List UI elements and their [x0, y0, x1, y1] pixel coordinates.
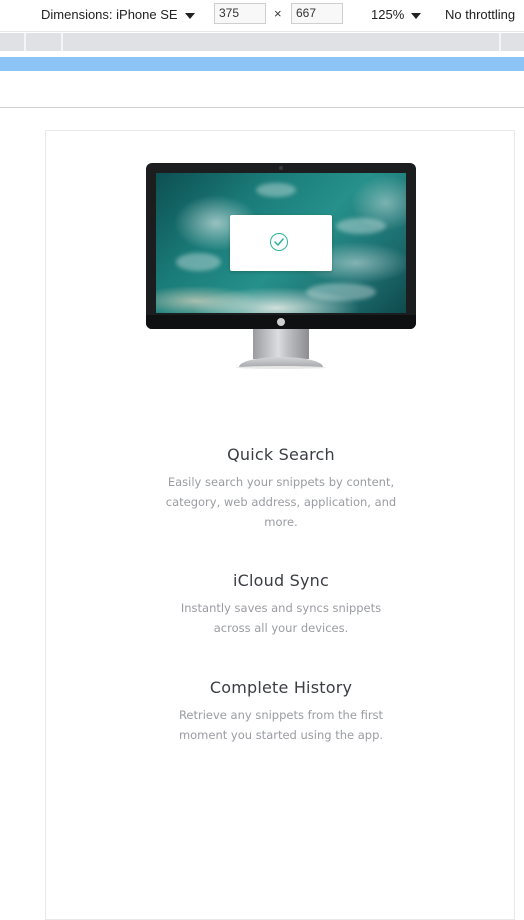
- feature-title: Quick Search: [227, 445, 335, 464]
- chevron-down-icon: [184, 12, 195, 19]
- feature-complete-history: Complete History Retrieve any snippets f…: [46, 678, 516, 745]
- feature-icloud-sync: iCloud Sync Instantly saves and syncs sn…: [46, 571, 516, 638]
- feature-description: Retrieve any snippets from the first mom…: [46, 705, 516, 745]
- zoom-label: 125%: [371, 7, 405, 22]
- width-input[interactable]: 375: [214, 3, 266, 24]
- feature-quick-search: Quick Search Easily search your snippets…: [46, 445, 516, 532]
- chevron-down-icon: [411, 12, 422, 19]
- device-dimensions-label: Dimensions: iPhone SE: [41, 7, 178, 22]
- description-line: Retrieve any snippets from the first: [178, 708, 384, 722]
- ruler-tick: [499, 33, 501, 51]
- ruler-bar: [0, 33, 524, 51]
- monitor-illustration: [146, 163, 416, 403]
- description-line: across all your devices.: [213, 621, 349, 635]
- description-line: category, web address, application, and: [165, 495, 397, 509]
- throttling-label: No throttling: [445, 7, 516, 22]
- feature-description: Instantly saves and syncs snippets acros…: [46, 598, 516, 638]
- monitor-shadow: [236, 366, 326, 369]
- ruler-tick: [24, 33, 26, 51]
- media-query-bar[interactable]: [0, 57, 524, 71]
- device-dimensions-dropdown[interactable]: Dimensions: iPhone SE: [41, 7, 195, 22]
- device-viewport: Quick Search Easily search your snippets…: [45, 130, 515, 920]
- description-line: more.: [264, 515, 298, 529]
- divider: [0, 107, 524, 108]
- wave-foam: [256, 183, 296, 197]
- description-line: Easily search your snippets by content,: [167, 475, 395, 489]
- wave-foam: [306, 283, 376, 301]
- description-line: Instantly saves and syncs snippets: [180, 601, 382, 615]
- check-circle-icon: [270, 233, 288, 251]
- zoom-dropdown[interactable]: 125%: [371, 7, 422, 22]
- times-symbol: ×: [274, 6, 282, 21]
- feature-description: Easily search your snippets by content, …: [46, 472, 516, 532]
- apple-logo-icon: [277, 318, 285, 326]
- feature-title: Complete History: [209, 678, 353, 697]
- wave-foam: [176, 253, 221, 271]
- height-input[interactable]: 667: [291, 3, 343, 24]
- camera-dot: [279, 166, 283, 170]
- ruler-tick: [61, 33, 63, 51]
- monitor-frame: [146, 163, 416, 329]
- throttling-dropdown[interactable]: No throttling: [445, 7, 515, 22]
- monitor-screen: [156, 173, 406, 313]
- confirmation-card: [230, 215, 332, 271]
- feature-title: iCloud Sync: [233, 571, 329, 590]
- device-toolbar: Dimensions: iPhone SE 375 × 667 125% No …: [0, 0, 524, 32]
- monitor-stand: [253, 329, 309, 359]
- wave-foam: [336, 218, 386, 234]
- description-line: moment you started using the app.: [178, 728, 384, 742]
